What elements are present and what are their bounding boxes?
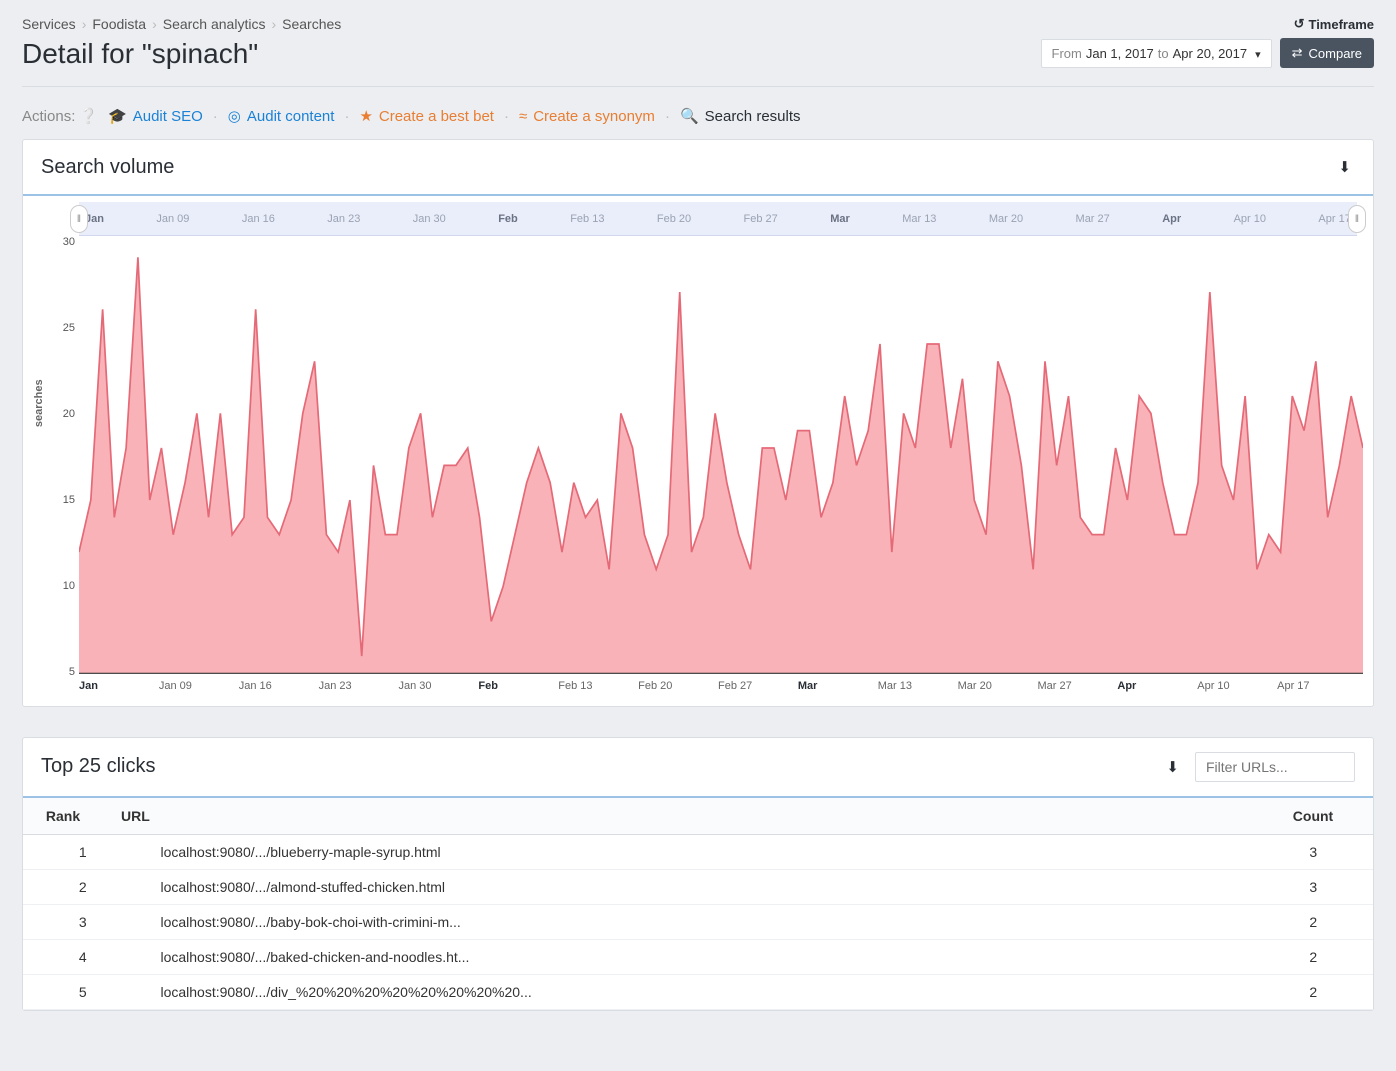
col-rank[interactable]: Rank <box>23 798 103 835</box>
target-icon: ◎ <box>228 107 241 125</box>
approx-icon: ≈ <box>519 108 527 125</box>
col-url[interactable]: URL <box>103 798 1253 835</box>
audit-content-action[interactable]: ◎ Audit content <box>228 107 335 125</box>
cell-url: localhost:9080/.../almond-stuffed-chicke… <box>142 869 1253 904</box>
search-volume-title: Search volume <box>41 156 174 179</box>
clicks-scroll[interactable]: 1localhost:9080/.../blueberry-maple-syru… <box>23 835 1373 1010</box>
col-count[interactable]: Count <box>1253 798 1373 835</box>
timeframe-from-word: From <box>1052 46 1082 61</box>
top-clicks-title: Top 25 clicks <box>41 755 156 778</box>
clicks-table: Rank URL Count <box>23 798 1373 835</box>
breadcrumb-item: Searches <box>282 16 341 32</box>
breadcrumb-sep: › <box>152 16 157 32</box>
search-volume-panel: Search volume ⬇ JanJan 09Jan 16Jan 23Jan… <box>22 139 1374 707</box>
search-icon: 🔍 <box>680 107 699 125</box>
download-chart-button[interactable]: ⬇ <box>1334 154 1355 180</box>
timeframe-to-date: Apr 20, 2017 <box>1173 46 1247 61</box>
download-clicks-button[interactable]: ⬇ <box>1162 754 1183 780</box>
cell-url: localhost:9080/.../blueberry-maple-syrup… <box>142 835 1253 870</box>
top-clicks-panel: Top 25 clicks ⬇ Rank URL Count 1localhos… <box>22 737 1374 1011</box>
star-icon: ★ <box>359 107 372 125</box>
timeframe-picker[interactable]: From Jan 1, 2017 to Apr 20, 2017 <box>1041 39 1272 68</box>
help-icon[interactable]: ❔ <box>79 107 98 125</box>
action-bar: Actions: ❔ 🎓 Audit SEO · ◎ Audit content… <box>22 103 1374 139</box>
timeframe-from-date: Jan 1, 2017 <box>1086 46 1154 61</box>
cell-url: localhost:9080/.../baby-bok-choi-with-cr… <box>142 904 1253 939</box>
compare-icon: ⇄ <box>1292 45 1303 61</box>
navigator-handle-right[interactable]: ‖ <box>1348 205 1366 233</box>
table-row[interactable]: 1localhost:9080/.../blueberry-maple-syru… <box>23 835 1373 870</box>
breadcrumb-item[interactable]: Foodista <box>92 16 146 32</box>
cell-url: localhost:9080/.../baked-chicken-and-noo… <box>142 939 1253 974</box>
compare-button[interactable]: ⇄ Compare <box>1280 38 1374 68</box>
cell-count: 2 <box>1254 939 1374 974</box>
create-best-bet-action[interactable]: ★ Create a best bet <box>359 107 494 125</box>
chevron-down-icon <box>1251 46 1261 61</box>
history-icon: ↺ <box>1294 16 1305 32</box>
breadcrumb-item[interactable]: Search analytics <box>163 16 266 32</box>
search-volume-chart <box>79 240 1363 676</box>
y-axis-ticks: 30252015105 <box>49 236 75 678</box>
cell-url: localhost:9080/.../div_%20%20%20%20%20%2… <box>142 974 1253 1009</box>
breadcrumb-item[interactable]: Services <box>22 16 76 32</box>
cell-count: 3 <box>1254 835 1374 870</box>
x-axis-ticks: JanJan 09Jan 16Jan 23Jan 30FebFeb 13Feb … <box>79 680 1363 692</box>
cell-rank: 1 <box>23 835 142 870</box>
navigator-handle-left[interactable]: ‖ <box>70 205 88 233</box>
cell-count: 2 <box>1254 974 1374 1009</box>
chart-navigator[interactable]: JanJan 09Jan 16Jan 23Jan 30FebFeb 13Feb … <box>79 202 1357 236</box>
breadcrumb: Services › Foodista › Search analytics › Searc… <box>22 16 341 32</box>
audit-seo-action[interactable]: 🎓 Audit SEO <box>108 107 203 125</box>
breadcrumb-sep: › <box>271 16 276 32</box>
cell-rank: 3 <box>23 904 142 939</box>
filter-urls-input[interactable] <box>1195 752 1355 782</box>
y-axis-label: searches <box>33 379 45 427</box>
cell-rank: 4 <box>23 939 142 974</box>
table-row[interactable]: 5localhost:9080/.../div_%20%20%20%20%20%… <box>23 974 1373 1009</box>
page-title: Detail for "spinach" <box>22 38 341 70</box>
divider <box>22 86 1374 87</box>
table-row[interactable]: 3localhost:9080/.../baby-bok-choi-with-c… <box>23 904 1373 939</box>
graduation-cap-icon: 🎓 <box>108 107 127 125</box>
download-icon: ⬇ <box>1166 759 1179 776</box>
download-icon: ⬇ <box>1338 159 1351 176</box>
breadcrumb-sep: › <box>82 16 87 32</box>
create-synonym-action[interactable]: ≈ Create a synonym <box>519 108 655 125</box>
cell-rank: 2 <box>23 869 142 904</box>
table-row[interactable]: 2localhost:9080/.../almond-stuffed-chick… <box>23 869 1373 904</box>
actions-label: Actions: ❔ <box>22 107 98 125</box>
timeframe-label: ↺ Timeframe <box>1294 16 1374 32</box>
cell-count: 2 <box>1254 904 1374 939</box>
timeframe-to-word: to <box>1158 46 1169 61</box>
cell-rank: 5 <box>23 974 142 1009</box>
cell-count: 3 <box>1254 869 1374 904</box>
search-results-action[interactable]: 🔍 Search results <box>680 107 801 125</box>
table-row[interactable]: 4localhost:9080/.../baked-chicken-and-no… <box>23 939 1373 974</box>
